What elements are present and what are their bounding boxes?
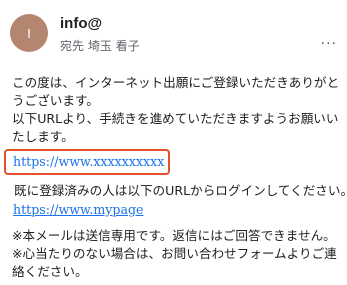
avatar-letter: I	[27, 25, 31, 41]
notes-section: ※本メールは送信専用です。返信にはご回答できません。 ※心当たりのない場合は、お…	[12, 227, 342, 281]
contact-note: ※心当たりのない場合は、お問い合わせフォームよりご連絡ください。	[12, 246, 337, 279]
sender-avatar[interactable]: I	[10, 14, 48, 52]
registration-link[interactable]: https://www.xxxxxxxxxx	[13, 154, 164, 169]
registered-users-text: 既に登録済みの人は以下のURLからログインしてください。	[14, 183, 347, 198]
email-body: この度は、インターネット出願にご登録いただきありがとうございます。 以下URLよ…	[12, 74, 342, 146]
greeting-paragraph: この度は、インターネット出願にご登録いただきありがとうございます。	[12, 75, 340, 108]
mypage-link[interactable]: https://www.mypage	[13, 202, 143, 217]
email-header: I info@ 宛先 埼玉 看子 ···	[0, 0, 347, 62]
send-only-note: ※本メールは送信専用です。返信にはご回答できません。	[12, 228, 336, 243]
instruction-paragraph: 以下URLより、手続きを進めていただきますようお願いいたします。	[12, 111, 339, 144]
more-options-icon[interactable]: ···	[321, 36, 337, 52]
recipient-line: 宛先 埼玉 看子	[60, 39, 140, 53]
sender-name: info@	[60, 15, 103, 32]
